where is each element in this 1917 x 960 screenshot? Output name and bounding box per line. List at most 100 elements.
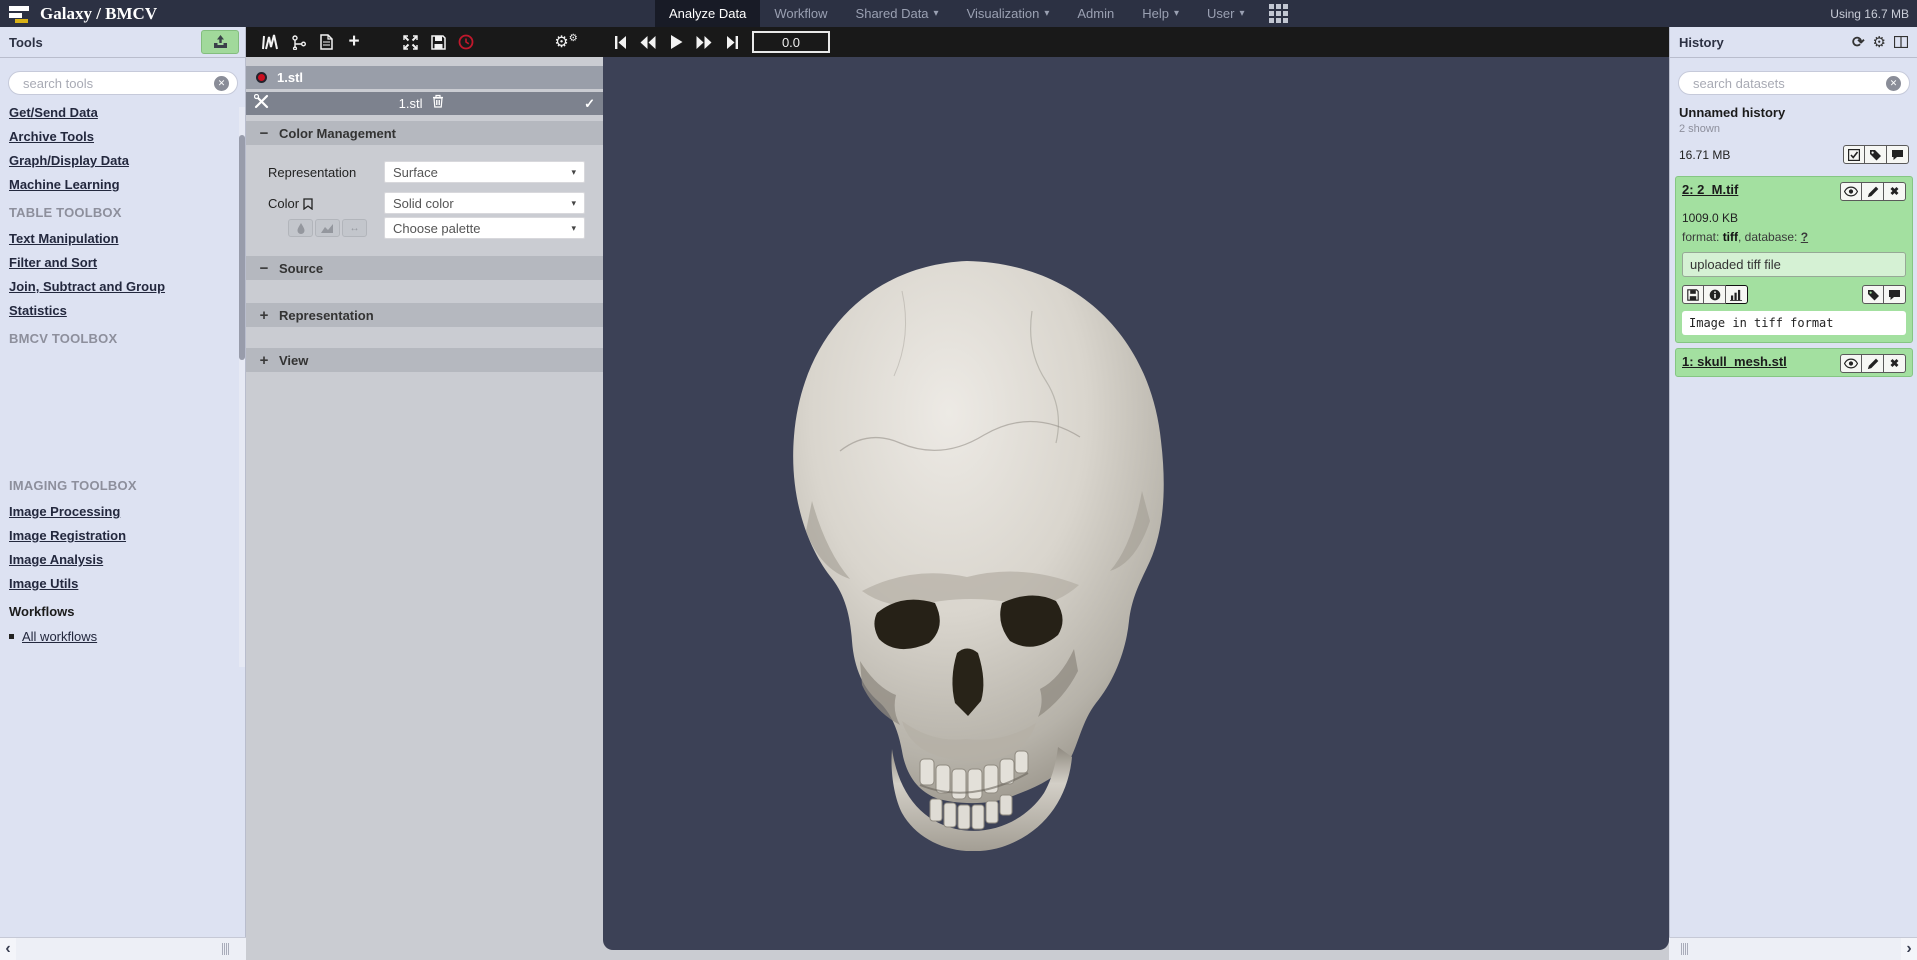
pipeline-source-row[interactable]: 1.stl (246, 66, 603, 89)
add-source-icon[interactable]: + (340, 27, 368, 57)
menu-visualization[interactable]: Visualization▾ (953, 0, 1064, 27)
apply-check-icon[interactable]: ✓ (584, 96, 595, 112)
tool-section-image-utils[interactable]: Image Utils (9, 576, 234, 591)
delete-x-button[interactable]: ✖ (1884, 354, 1906, 373)
upload-button[interactable] (201, 30, 239, 54)
color-select[interactable]: Solid color ▾ (384, 192, 585, 214)
render-viewport[interactable] (603, 57, 1669, 950)
play-button[interactable] (662, 27, 690, 57)
tool-section-image-analysis[interactable]: Image Analysis (9, 552, 234, 567)
menu-analyze-data[interactable]: Analyze Data (655, 0, 760, 27)
file-icon[interactable] (312, 27, 340, 57)
skip-to-start-button[interactable] (606, 27, 634, 57)
quota-usage[interactable]: Using 16.7 MB (1830, 0, 1909, 27)
visualize-charts-button[interactable] (1726, 285, 1748, 304)
edit-curves-icon[interactable] (256, 27, 284, 57)
menu-help[interactable]: Help▾ (1128, 0, 1193, 27)
history-size: 16.71 MB (1679, 148, 1730, 162)
save-icon[interactable] (424, 27, 452, 57)
time-value-field[interactable]: 0.0 (752, 31, 830, 53)
menu-workflow[interactable]: Workflow (760, 0, 841, 27)
galaxy-app: Galaxy / BMCV Analyze Data Workflow Shar… (0, 0, 1917, 960)
section-source[interactable]: − Source (246, 256, 603, 280)
previous-frame-button[interactable] (634, 27, 662, 57)
display-eye-button[interactable] (1840, 354, 1862, 373)
clear-search-icon[interactable]: ✕ (1886, 76, 1901, 91)
collapse-left-panel-chevron[interactable]: ‹ (0, 938, 16, 960)
dataset-item-1: 1: skull_mesh.stl ✖ (1675, 348, 1913, 377)
tool-section-image-registration[interactable]: Image Registration (9, 528, 234, 543)
edit-pencil-button[interactable] (1862, 182, 1884, 201)
tools-panel: Tools ✕ Get/Send Data Archive Tools Grap… (0, 27, 246, 937)
left-panel-bottom-bar: ‹ (0, 937, 246, 960)
tool-section-filter-and-sort[interactable]: Filter and Sort (9, 255, 234, 270)
dataset-title-link[interactable]: 1: skull_mesh.stl (1682, 354, 1787, 369)
menu-user[interactable]: User▾ (1193, 0, 1258, 27)
next-frame-button[interactable] (690, 27, 718, 57)
dataset-peek: Image in tiff format (1682, 311, 1906, 335)
rescale-range-button[interactable]: ↔ (342, 219, 367, 237)
resize-grip[interactable] (1681, 943, 1693, 955)
menu-admin[interactable]: Admin (1063, 0, 1128, 27)
edit-pencil-button[interactable] (1862, 354, 1884, 373)
section-representation[interactable]: + Representation (246, 303, 603, 327)
palette-select[interactable]: Choose palette ▾ (384, 217, 585, 239)
active-source-row[interactable]: 1.stl ✓ (246, 92, 603, 115)
information-icon[interactable] (368, 27, 396, 57)
display-eye-button[interactable] (1840, 182, 1862, 201)
tools-wrench-icon (254, 94, 269, 114)
reset-camera-expand-icon[interactable] (396, 27, 424, 57)
tools-scrollbar-thumb[interactable] (239, 135, 245, 360)
history-name[interactable]: Unnamed history (1679, 105, 1785, 120)
caret-down-icon: ▾ (1239, 9, 1244, 19)
webhooks-grid-icon[interactable] (1269, 4, 1288, 23)
select-items-button[interactable] (1843, 145, 1865, 164)
history-tags-button[interactable] (1865, 145, 1887, 164)
delete-source-icon[interactable] (432, 94, 444, 113)
dataset-details-info-button[interactable] (1704, 285, 1726, 304)
refresh-history-icon[interactable]: ⟳ (1852, 35, 1865, 50)
color-label: Color (268, 196, 313, 211)
bookmark-icon[interactable] (299, 196, 313, 211)
toolbox-heading-imaging: IMAGING TOOLBOX (9, 478, 234, 493)
tools-scrollbar[interactable] (239, 107, 245, 667)
pipeline-tree-icon[interactable] (284, 27, 312, 57)
dataset-tags-button[interactable] (1862, 285, 1884, 304)
scalar-range-button[interactable] (315, 219, 340, 237)
menu-shared-data[interactable]: Shared Data▾ (842, 0, 953, 27)
bullet-icon (9, 634, 14, 639)
timer-clock-icon[interactable] (452, 27, 480, 57)
brand[interactable]: Galaxy / BMCV (8, 0, 157, 27)
tool-section-join-subtract-group[interactable]: Join, Subtract and Group (9, 279, 234, 294)
tool-section-image-processing[interactable]: Image Processing (9, 504, 234, 519)
tools-search-input[interactable] (23, 76, 214, 91)
all-workflows-link[interactable]: All workflows (9, 629, 234, 644)
database-link[interactable]: ? (1801, 230, 1808, 244)
dataset-title-link[interactable]: 2: 2_M.tif (1682, 182, 1738, 197)
section-color-management[interactable]: − Color Management (246, 121, 603, 145)
download-save-button[interactable] (1682, 285, 1704, 304)
tool-section-machine-learning[interactable]: Machine Learning (9, 177, 234, 192)
delete-x-button[interactable]: ✖ (1884, 182, 1906, 201)
history-search-input[interactable] (1693, 76, 1886, 91)
tool-section-graph-display-data[interactable]: Graph/Display Data (9, 153, 234, 168)
tool-section-get-send-data[interactable]: Get/Send Data (9, 105, 234, 120)
dataset-annotation-button[interactable] (1884, 285, 1906, 304)
settings-gears-icon[interactable]: ⚙⚙ (552, 27, 580, 57)
resize-grip[interactable] (222, 943, 234, 955)
tool-section-archive-tools[interactable]: Archive Tools (9, 129, 234, 144)
clear-search-icon[interactable]: ✕ (214, 76, 229, 91)
multi-history-view-icon[interactable] (1894, 36, 1908, 48)
history-options-gear-icon[interactable]: ⚙ (1873, 35, 1886, 50)
collapse-right-panel-chevron[interactable]: › (1901, 938, 1917, 960)
skip-to-end-button[interactable] (718, 27, 746, 57)
section-view[interactable]: + View (246, 348, 603, 372)
tool-section-statistics[interactable]: Statistics (9, 303, 234, 318)
representation-select[interactable]: Surface ▾ (384, 161, 585, 183)
masthead: Galaxy / BMCV Analyze Data Workflow Shar… (0, 0, 1917, 27)
history-size-row: 16.71 MB (1679, 145, 1909, 164)
history-annotation-button[interactable] (1887, 145, 1909, 164)
color-droplet-button[interactable] (288, 219, 313, 237)
tool-section-text-manipulation[interactable]: Text Manipulation (9, 231, 234, 246)
dataset-actions-row (1676, 277, 1912, 304)
